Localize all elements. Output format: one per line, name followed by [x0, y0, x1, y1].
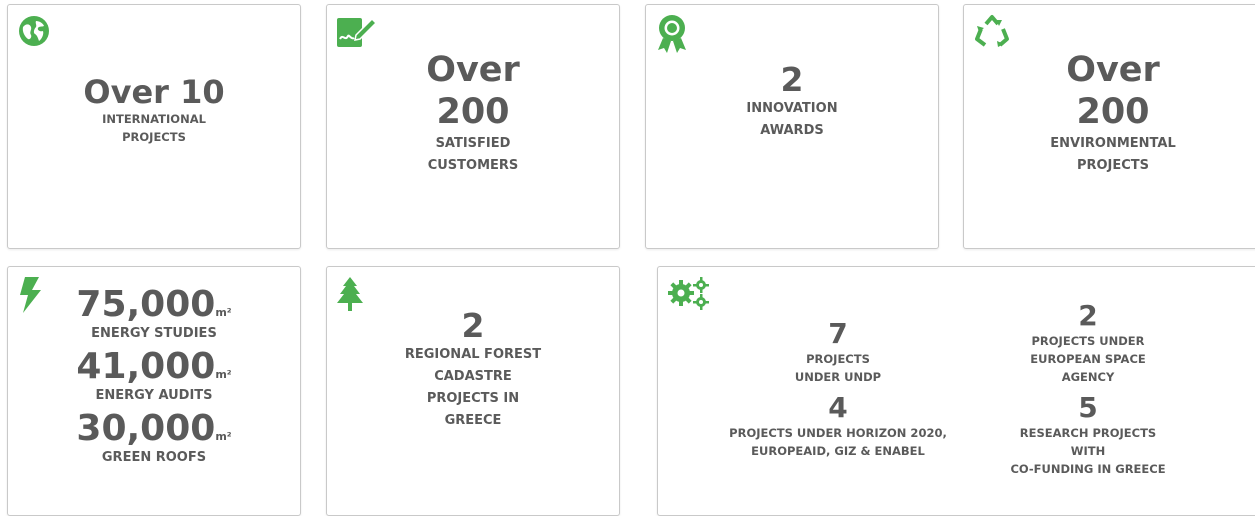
green-roofs-value: 30,000m²	[76, 409, 231, 449]
stat-label: EUROPEAN SPACE	[1030, 352, 1146, 366]
stat-value: 2	[461, 306, 485, 345]
stat-label: GREEN ROOFS	[101, 450, 207, 465]
stat-label: PROJECTS UNDER	[1031, 334, 1145, 348]
gears-icon	[667, 276, 711, 310]
stat-value: 75,000	[76, 284, 216, 325]
stat-label: INTERNATIONAL	[102, 111, 206, 126]
energy-card: 75,000m² ENERGY STUDIES 41,000m² ENERGY …	[7, 266, 301, 516]
energy-studies-value: 75,000m²	[76, 285, 231, 325]
unit-label: m²	[215, 368, 232, 381]
stat-label: PROJECTS	[806, 352, 870, 366]
stat-label: ENERGY AUDITS	[95, 388, 213, 403]
stat-label: AWARDS	[760, 122, 824, 138]
innovation-awards-card: 2 INNOVATION AWARDS	[645, 4, 939, 249]
stat-value: 2	[1078, 299, 1098, 332]
cofunding-stat: 5 RESEARCH PROJECTS WITH CO-FUNDING IN G…	[948, 392, 1228, 478]
stat-value: 4	[828, 391, 848, 424]
stat-label: PROJECTS UNDER HORIZON 2020,	[729, 426, 947, 440]
stat-value: 7	[828, 317, 848, 350]
stat-value: Over 10	[83, 72, 225, 111]
undp-stat: 7 PROJECTS UNDER UNDP	[688, 318, 988, 386]
research-projects-card: 7 PROJECTS UNDER UNDP 2 PROJECTS UNDER E…	[657, 266, 1255, 516]
stat-label: PROJECTS	[1076, 157, 1150, 173]
forest-cadastre-content: 2 REGIONAL FOREST CADASTRE PROJECTS IN G…	[327, 267, 619, 515]
stat-value-prefix: Over	[426, 49, 520, 90]
satisfied-customers-card: Over 200 SATISFIED CUSTOMERS	[326, 4, 620, 249]
environmental-projects-content: Over 200 ENVIRONMENTAL PROJECTS	[964, 5, 1255, 248]
stat-label: WITH	[1070, 444, 1106, 458]
stat-label: PROJECTS IN	[426, 391, 520, 406]
esa-stat: 2 PROJECTS UNDER EUROPEAN SPACE AGENCY	[948, 300, 1228, 386]
stat-label: PROJECTS	[122, 129, 186, 144]
stat-value: 200	[1076, 91, 1150, 132]
stat-value: 30,000	[76, 408, 216, 449]
stat-value: 200	[436, 91, 510, 132]
stat-label: RESEARCH PROJECTS	[1019, 426, 1157, 440]
horizon-stat: 4 PROJECTS UNDER HORIZON 2020, EUROPEAID…	[688, 392, 988, 460]
stat-value: 2	[780, 59, 804, 99]
stat-label: GREECE	[444, 413, 502, 428]
stat-label: UNDER UNDP	[794, 370, 882, 384]
stat-label: INNOVATION	[746, 100, 838, 116]
stat-label: CADASTRE	[434, 369, 512, 384]
environmental-projects-card: Over 200 ENVIRONMENTAL PROJECTS	[963, 4, 1255, 249]
stat-label: CUSTOMERS	[427, 157, 519, 173]
energy-content: 75,000m² ENERGY STUDIES 41,000m² ENERGY …	[8, 267, 300, 515]
unit-label: m²	[215, 430, 232, 443]
energy-audits-value: 41,000m²	[76, 347, 231, 387]
stat-label: ENERGY STUDIES	[91, 326, 217, 341]
stat-value: 5	[1078, 391, 1098, 424]
stat-label: EUROPEAID, GIZ & ENABEL	[751, 444, 925, 458]
stat-label: REGIONAL FOREST	[404, 347, 542, 362]
stat-value: 41,000	[76, 346, 216, 387]
stat-label: SATISFIED	[435, 135, 511, 151]
unit-label: m²	[215, 306, 232, 319]
stat-label: ENVIRONMENTAL	[1050, 135, 1176, 151]
international-projects-content: Over 10 INTERNATIONAL PROJECTS	[8, 5, 300, 248]
stat-value-prefix: Over	[1066, 49, 1160, 90]
international-projects-card: Over 10 INTERNATIONAL PROJECTS	[7, 4, 301, 249]
satisfied-customers-content: Over 200 SATISFIED CUSTOMERS	[327, 5, 619, 248]
stat-label: AGENCY	[1061, 370, 1115, 384]
stat-label: CO-FUNDING IN GREECE	[1010, 462, 1166, 476]
forest-cadastre-card: 2 REGIONAL FOREST CADASTRE PROJECTS IN G…	[326, 266, 620, 516]
innovation-awards-content: 2 INNOVATION AWARDS	[646, 5, 938, 248]
